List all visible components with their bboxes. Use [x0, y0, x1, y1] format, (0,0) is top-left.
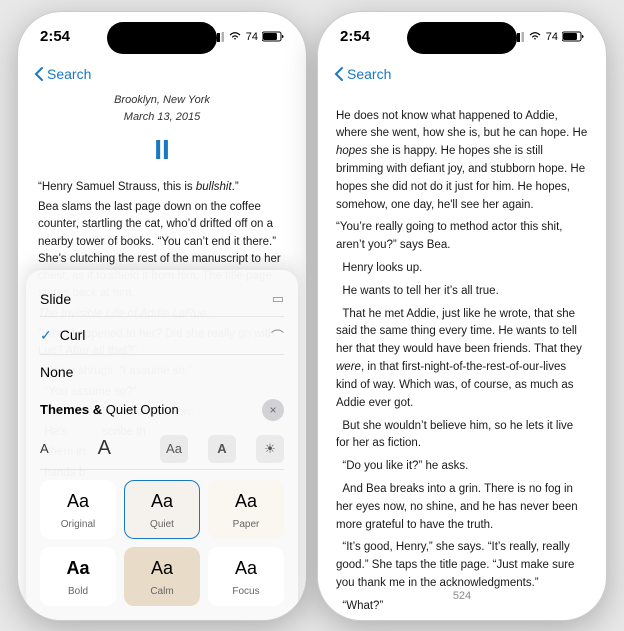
theme-bold[interactable]: Aa Bold	[40, 547, 116, 606]
font-controls: A A Aa A ☀	[40, 429, 284, 470]
theme-quiet[interactable]: Aa Quiet	[124, 480, 200, 539]
curl-checkmark: ✓	[40, 327, 52, 344]
battery-icon-right	[562, 31, 584, 42]
status-icons-right: 74	[508, 31, 584, 43]
back-button-right[interactable]: Search	[334, 66, 391, 82]
font-style-icon[interactable]: Aa	[160, 435, 188, 463]
back-button-left[interactable]: Search	[34, 66, 91, 82]
font-size-large-label[interactable]: A	[98, 437, 111, 460]
slide-option-slide[interactable]: Slide ▭	[40, 282, 284, 317]
nav-bar-right: Search	[318, 56, 606, 92]
font-bold-icon[interactable]: A	[208, 435, 236, 463]
chapter-number: II	[38, 128, 286, 171]
slide-menu: Slide ▭ ✓ Curl ⌒ None	[26, 270, 298, 620]
left-phone: 2:54 74	[17, 11, 307, 621]
themes-title: Themes &	[40, 402, 106, 417]
theme-paper[interactable]: Aa Paper	[208, 480, 284, 539]
slide-options: Slide ▭ ✓ Curl ⌒ None	[40, 282, 284, 389]
phones-container: 2:54 74	[7, 1, 617, 631]
close-button[interactable]: ×	[262, 399, 284, 421]
time-left: 2:54	[40, 28, 70, 45]
battery-left: 74	[246, 31, 258, 43]
wifi-icon	[228, 32, 242, 42]
wifi-icon-right	[528, 32, 542, 42]
font-icons: Aa A ☀	[160, 435, 284, 463]
slide-option-none[interactable]: None	[40, 355, 284, 389]
theme-focus[interactable]: Aa Focus	[208, 547, 284, 606]
book-content-right: He does not know what happened to Addie,…	[318, 92, 606, 612]
slide-option-curl[interactable]: ✓ Curl ⌒	[40, 317, 284, 355]
time-right: 2:54	[340, 28, 370, 45]
brightness-icon[interactable]: ☀	[256, 435, 284, 463]
overlay-panel: Slide ▭ ✓ Curl ⌒ None	[18, 270, 306, 620]
theme-calm[interactable]: Aa Calm	[124, 547, 200, 606]
book-location: Brooklyn, New York March 13, 2015	[38, 92, 286, 126]
chevron-left-icon-right	[334, 66, 344, 82]
theme-original[interactable]: Aa Original	[40, 480, 116, 539]
battery-right: 74	[546, 31, 558, 43]
curl-icon: ⌒	[271, 326, 284, 345]
chevron-left-icon	[34, 66, 44, 82]
nav-bar-left: Search	[18, 56, 306, 92]
theme-grid: Aa Original Aa Quiet Aa Paper Aa Bold	[40, 480, 284, 606]
status-icons-left: 74	[208, 31, 284, 43]
book-header: Brooklyn, New York March 13, 2015 II	[38, 92, 286, 171]
dynamic-island	[107, 22, 217, 54]
right-phone: 2:54 74	[317, 11, 607, 621]
font-size-small-label[interactable]: A	[40, 441, 49, 456]
slide-icon: ▭	[272, 291, 284, 307]
themes-header: Themes & Quiet Option ×	[40, 399, 284, 421]
battery-icon-left	[262, 31, 284, 42]
page-number: 524	[318, 590, 606, 602]
dynamic-island-right	[407, 22, 517, 54]
quiet-option-label: Quiet Option	[106, 402, 179, 417]
